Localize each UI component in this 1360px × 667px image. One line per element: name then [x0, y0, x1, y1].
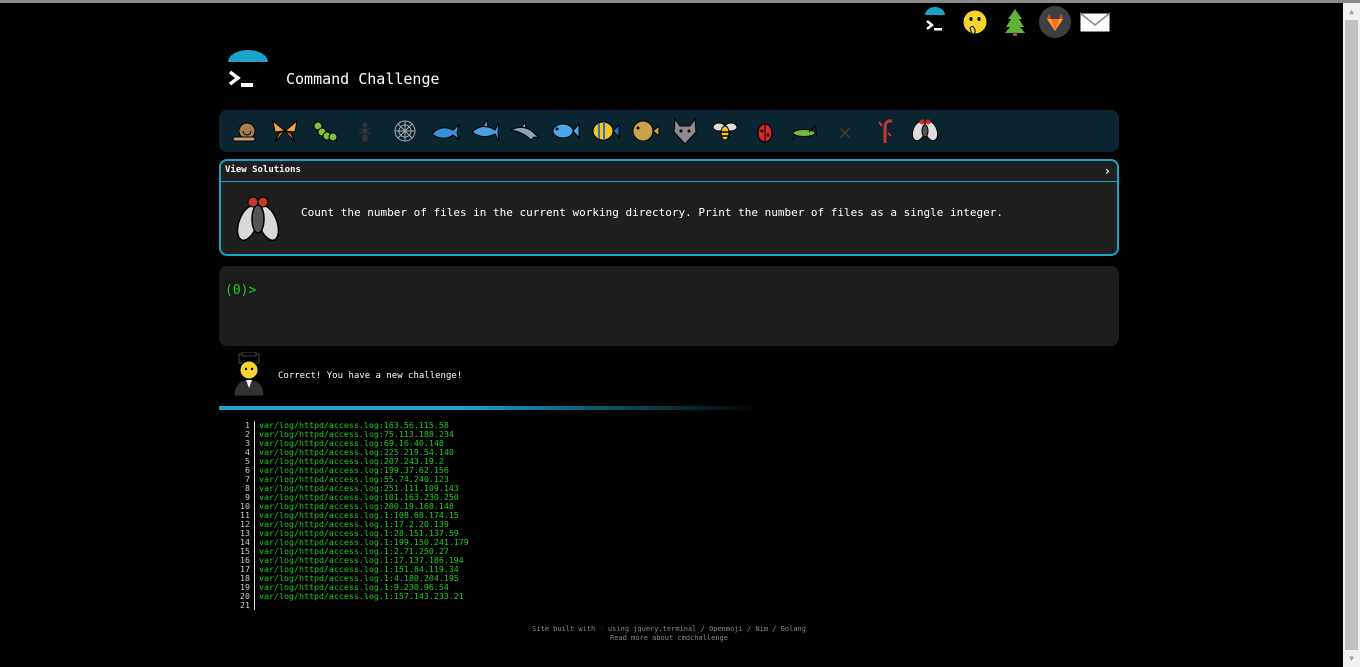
footer-credits[interactable]: Site built with ♡ using jquery.terminal … — [419, 625, 919, 634]
dolphin-icon[interactable] — [505, 111, 545, 151]
butterfly-icon[interactable] — [265, 111, 305, 151]
terminal-prompt: (0)> — [225, 283, 257, 298]
output-line-number: 3 — [230, 439, 255, 448]
cricket-icon[interactable] — [785, 111, 825, 151]
output-line-number: 6 — [230, 466, 255, 475]
pine-tree-icon[interactable] — [998, 5, 1032, 39]
snail-icon[interactable] — [225, 111, 265, 151]
fish-icon[interactable] — [545, 111, 585, 151]
challenge-description: Count the number of files in the current… — [301, 206, 1003, 219]
scroll-down-arrow-icon[interactable]: ▼ — [1343, 650, 1360, 667]
caterpillar-icon[interactable] — [305, 111, 345, 151]
tropical-fish-icon[interactable] — [585, 111, 625, 151]
shark-icon[interactable] — [465, 111, 505, 151]
ladybug-icon[interactable] — [745, 111, 785, 151]
envelope-icon[interactable] — [1078, 5, 1112, 39]
output-line-number: 1 — [230, 421, 255, 430]
status-message: Correct! You have a new challenge! — [278, 371, 463, 381]
fly-challenge-icon — [231, 191, 285, 249]
output-line-number: 2 — [230, 430, 255, 439]
site-title[interactable]: Command Challenge — [286, 70, 440, 88]
judge-avatar-icon — [230, 351, 268, 397]
ant-icon[interactable] — [345, 111, 385, 151]
pufferfish-icon[interactable] — [625, 111, 665, 151]
progress-bar — [219, 406, 759, 410]
spider-web-icon[interactable] — [385, 111, 425, 151]
wolf-icon[interactable] — [665, 111, 705, 151]
footer: Site built with ♡ using jquery.terminal … — [419, 625, 919, 643]
top-icon-bar — [918, 5, 1112, 39]
footer-read-more-link[interactable]: Read more about cmdchallenge — [419, 634, 919, 643]
output-line-number: 8 — [230, 484, 255, 493]
gitlab-icon[interactable] — [1038, 5, 1072, 39]
output-line: 21 — [230, 601, 469, 610]
site-logo-icon[interactable] — [224, 50, 272, 98]
challenge-panel: View Solutions › Count the number of fil… — [219, 159, 1119, 256]
chevron-right-icon[interactable]: › — [1104, 164, 1111, 178]
output-line-text: var/log/httpd/access.log.1:157.143.233.2… — [259, 591, 464, 601]
terminal-icon[interactable] — [918, 5, 952, 39]
scroll-up-arrow-icon[interactable]: ▲ — [1343, 3, 1360, 20]
bee-icon[interactable] — [705, 111, 745, 151]
challenge-header[interactable]: View Solutions › — [221, 161, 1117, 182]
output-line-number: 21 — [230, 601, 255, 610]
scorpion-icon[interactable] — [865, 111, 905, 151]
terminal-input[interactable]: (0)> — [219, 266, 1119, 346]
scrollbar-thumb[interactable] — [1345, 20, 1358, 650]
window-top-border — [0, 0, 1360, 3]
output-line: 20 var/log/httpd/access.log.1:157.143.233… — [230, 592, 469, 601]
output-line-text — [255, 601, 259, 610]
mouth-hand-icon[interactable] — [958, 5, 992, 39]
page-scrollbar[interactable]: ▲ ▼ — [1343, 3, 1360, 667]
command-output: 1 var/log/httpd/access.log:163.56.115.58 2… — [230, 421, 469, 610]
spider-icon[interactable] — [825, 111, 865, 151]
output-line-number: 5 — [230, 457, 255, 466]
output-line-number: 7 — [230, 475, 255, 484]
view-solutions-link[interactable]: View Solutions — [225, 165, 301, 175]
fly-icon[interactable] — [905, 111, 945, 151]
whale-icon[interactable] — [425, 111, 465, 151]
challenge-animal-bar — [219, 110, 1119, 152]
output-line-number: 4 — [230, 448, 255, 457]
